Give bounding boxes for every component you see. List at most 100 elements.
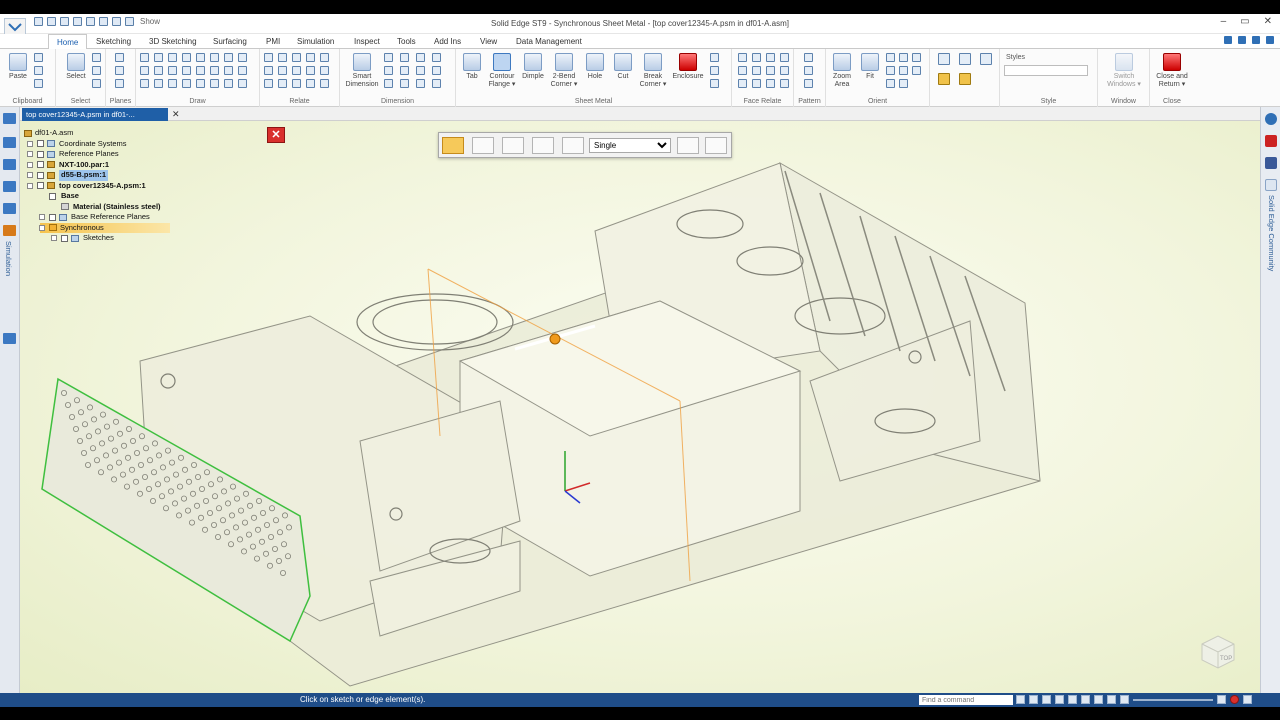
text-icon[interactable] xyxy=(432,66,441,75)
cut-button[interactable]: Cut xyxy=(609,53,637,81)
scale-icon[interactable] xyxy=(224,66,233,75)
parallel-icon[interactable] xyxy=(264,79,273,88)
tree-item-part-d55[interactable]: d55-B.psm:1 xyxy=(22,170,172,181)
face-concentric-icon[interactable] xyxy=(752,53,761,62)
restore-button[interactable]: ▭ xyxy=(1240,16,1249,27)
select-button[interactable]: Select xyxy=(62,53,90,81)
split-icon[interactable] xyxy=(168,79,177,88)
relate-options-icon[interactable] xyxy=(320,53,329,62)
visibility-checkbox[interactable] xyxy=(49,192,56,200)
layers-icon[interactable] xyxy=(3,137,16,148)
shaded-hidden-icon[interactable] xyxy=(959,73,971,85)
library-icon[interactable] xyxy=(3,159,16,170)
enclosure-button[interactable]: Enclosure xyxy=(672,53,704,81)
face-rigid-icon[interactable] xyxy=(738,79,747,88)
shaded-edges-icon[interactable] xyxy=(938,73,950,85)
fit-button[interactable]: Fit xyxy=(856,53,884,81)
tab-feature-button[interactable]: Tab xyxy=(458,53,486,81)
copy-icon[interactable] xyxy=(34,66,43,75)
maintain-icon[interactable] xyxy=(306,79,315,88)
tab-home[interactable]: Home xyxy=(48,34,88,49)
plane-angle-icon[interactable] xyxy=(115,79,124,88)
gusset-icon[interactable] xyxy=(710,53,719,62)
select-step-icon[interactable] xyxy=(502,137,524,154)
louver-icon[interactable] xyxy=(710,66,719,75)
contour-flange-button[interactable]: Contour Flange ▾ xyxy=(488,53,516,89)
dimple-button[interactable]: Dimple xyxy=(519,53,547,81)
tab-surfacing[interactable]: Surfacing xyxy=(213,37,247,46)
rigid-icon[interactable] xyxy=(278,79,287,88)
offset-icon[interactable] xyxy=(224,53,233,62)
hole-button[interactable]: Hole xyxy=(581,53,609,81)
visibility-checkbox[interactable] xyxy=(37,171,44,179)
visible-edges-icon[interactable] xyxy=(959,53,971,65)
shaded-view-icon[interactable] xyxy=(938,53,950,65)
format-icon[interactable] xyxy=(34,79,43,88)
drawn-cutout-icon[interactable] xyxy=(710,79,719,88)
view-cube[interactable]: TOP xyxy=(1196,630,1240,670)
rectangle-icon[interactable] xyxy=(140,66,149,75)
sensors-icon[interactable] xyxy=(3,203,16,214)
help-icon[interactable] xyxy=(1224,36,1232,44)
visibility-checkbox[interactable] xyxy=(37,182,44,189)
plane-icon[interactable] xyxy=(115,53,124,62)
annotation-icon[interactable] xyxy=(432,53,441,62)
options-icon[interactable] xyxy=(1238,36,1246,44)
stretch-icon[interactable] xyxy=(238,66,247,75)
set-icon[interactable] xyxy=(292,79,301,88)
horizontal-icon[interactable] xyxy=(278,53,287,62)
face-more-icon[interactable] xyxy=(780,53,789,62)
minimize-ribbon-icon[interactable] xyxy=(1266,36,1274,44)
previous-view-icon[interactable] xyxy=(886,79,895,88)
point-icon[interactable] xyxy=(140,79,149,88)
facebook-icon[interactable] xyxy=(1265,157,1277,169)
equal-icon[interactable] xyxy=(278,66,287,75)
face-perpendicular-icon[interactable] xyxy=(752,66,761,75)
fill-icon[interactable] xyxy=(196,79,205,88)
dim-more-icon[interactable] xyxy=(432,79,441,88)
options-step-icon[interactable] xyxy=(472,137,494,154)
tab-simulation[interactable]: Simulation xyxy=(297,37,334,46)
pen-icon[interactable] xyxy=(238,79,247,88)
tree-item-coordinate-systems[interactable]: Coordinate Systems xyxy=(22,139,172,150)
go-icon[interactable] xyxy=(1016,695,1025,704)
select-all-icon[interactable] xyxy=(92,79,101,88)
zoom-area-button[interactable]: Zoom Area xyxy=(828,53,856,89)
expand-icon[interactable] xyxy=(51,235,57,241)
tab-add-ins[interactable]: Add Ins xyxy=(434,37,461,46)
tree-item-sketches[interactable]: Sketches xyxy=(22,233,172,244)
ellipse-icon[interactable] xyxy=(196,53,205,62)
perpendicular-icon[interactable] xyxy=(264,66,273,75)
cut-icon[interactable] xyxy=(34,53,43,62)
sketch-view-icon[interactable] xyxy=(899,66,908,75)
feature-library-icon[interactable] xyxy=(3,181,16,192)
tree-item-base[interactable]: Base xyxy=(22,191,172,202)
tab-inspect[interactable]: Inspect xyxy=(354,37,380,46)
tree-item-part-nxt[interactable]: NXT-100.par:1 xyxy=(22,160,172,171)
spin-icon[interactable] xyxy=(886,66,895,75)
select-filter-icon[interactable] xyxy=(92,53,101,62)
collapse-icon[interactable] xyxy=(27,182,33,189)
select-box-icon[interactable] xyxy=(92,66,101,75)
lock-icon[interactable] xyxy=(306,53,315,62)
face-fix-icon[interactable] xyxy=(766,79,775,88)
layout-icon[interactable] xyxy=(1252,36,1260,44)
tree-item-top-cover[interactable]: top cover12345-A.psm:1 xyxy=(22,181,172,192)
tree-item-reference-planes[interactable]: Reference Planes xyxy=(22,149,172,160)
coordinate-icon[interactable] xyxy=(416,53,425,62)
zoom-in-status-icon[interactable] xyxy=(1217,695,1226,704)
between-icon[interactable] xyxy=(384,66,393,75)
fit-status-icon[interactable] xyxy=(1042,695,1051,704)
circle-icon[interactable] xyxy=(182,53,191,62)
youtube-icon[interactable] xyxy=(1265,135,1277,147)
circular-pattern-icon[interactable] xyxy=(804,66,813,75)
styles-dropdown[interactable] xyxy=(1004,65,1088,76)
finish-icon[interactable] xyxy=(705,137,727,154)
radius-icon[interactable] xyxy=(384,79,393,88)
include-icon[interactable] xyxy=(224,79,233,88)
selection-mode-select[interactable]: Single xyxy=(589,138,671,153)
symmetric-dim-icon[interactable] xyxy=(400,66,409,75)
visibility-checkbox[interactable] xyxy=(37,150,44,158)
expand-icon[interactable] xyxy=(39,214,45,220)
rotate-status-icon[interactable] xyxy=(1068,695,1077,704)
